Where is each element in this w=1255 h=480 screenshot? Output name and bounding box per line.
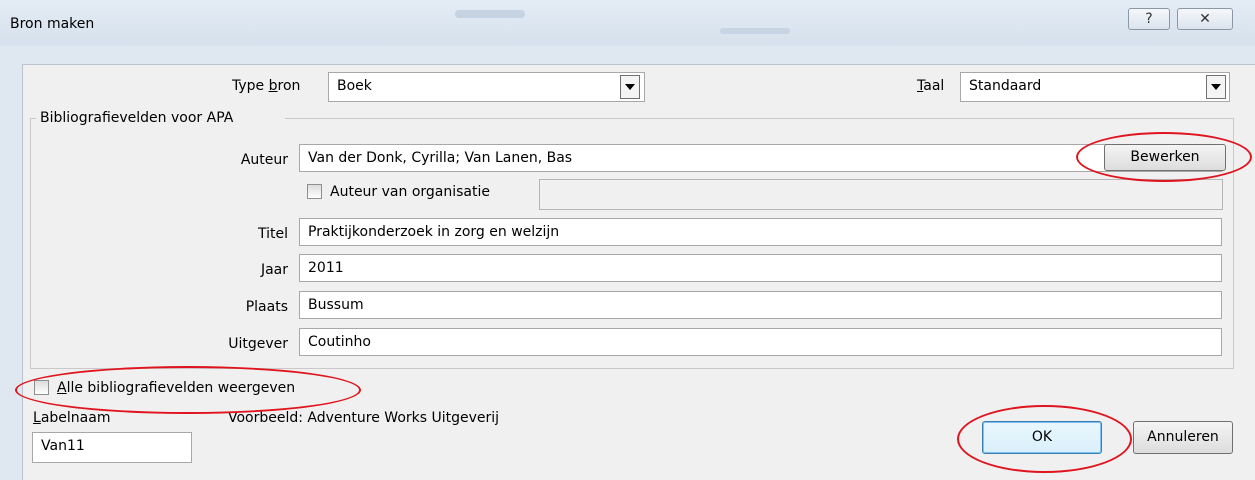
auteur-organisatie-checkbox[interactable]: [307, 184, 322, 199]
type-bron-select[interactable]: Boek: [328, 72, 645, 102]
window-frame: [6, 64, 22, 480]
auteur-organisatie-label: Auteur van organisatie: [330, 184, 490, 200]
organisatie-field: [539, 179, 1223, 210]
plaats-label: Plaats: [245, 299, 288, 315]
help-button[interactable]: ?: [1128, 8, 1170, 30]
taal-label: Taal: [917, 78, 945, 94]
annotation-ellipse: [1076, 132, 1252, 182]
annuleren-button[interactable]: Annuleren: [1133, 421, 1233, 454]
close-icon: ✕: [1199, 11, 1211, 27]
taal-select[interactable]: Standaard: [960, 72, 1230, 102]
chevron-down-icon: [625, 84, 635, 90]
title-bar: [0, 0, 1255, 46]
group-border: [285, 118, 1233, 119]
type-bron-value: Boek: [337, 78, 372, 94]
auteur-label: Auteur: [240, 152, 288, 168]
type-bron-dropdown-button[interactable]: [620, 75, 640, 99]
annotation-ellipse: [15, 366, 361, 414]
labelnaam-label: Labelnaam: [33, 410, 111, 426]
group-border: [30, 118, 31, 368]
background-blur: [720, 28, 790, 34]
annotation-ellipse: [957, 405, 1132, 473]
help-icon: ?: [1145, 11, 1153, 27]
jaar-field[interactable]: 2011: [299, 254, 1222, 282]
titel-label: Titel: [257, 226, 288, 242]
titel-field[interactable]: Praktijkonderzoek in zorg en welzijn: [299, 218, 1222, 246]
chevron-down-icon: [1211, 84, 1221, 90]
type-bron-label: Type bron: [232, 78, 301, 94]
labelnaam-field[interactable]: Van11: [32, 432, 192, 463]
group-title: Bibliografievelden voor APA: [40, 110, 234, 126]
voorbeeld-text: Voorbeeld: Adventure Works Uitgeverij: [228, 410, 500, 426]
taal-dropdown-button[interactable]: [1206, 75, 1226, 99]
close-button[interactable]: ✕: [1177, 8, 1233, 30]
uitgever-label: Uitgever: [228, 336, 288, 352]
jaar-label: Jaar: [260, 262, 288, 278]
plaats-field[interactable]: Bussum: [299, 291, 1222, 319]
uitgever-field[interactable]: Coutinho: [299, 328, 1222, 356]
taal-value: Standaard: [969, 78, 1042, 94]
window-title: Bron maken: [10, 16, 95, 32]
background-blur: [455, 10, 525, 18]
